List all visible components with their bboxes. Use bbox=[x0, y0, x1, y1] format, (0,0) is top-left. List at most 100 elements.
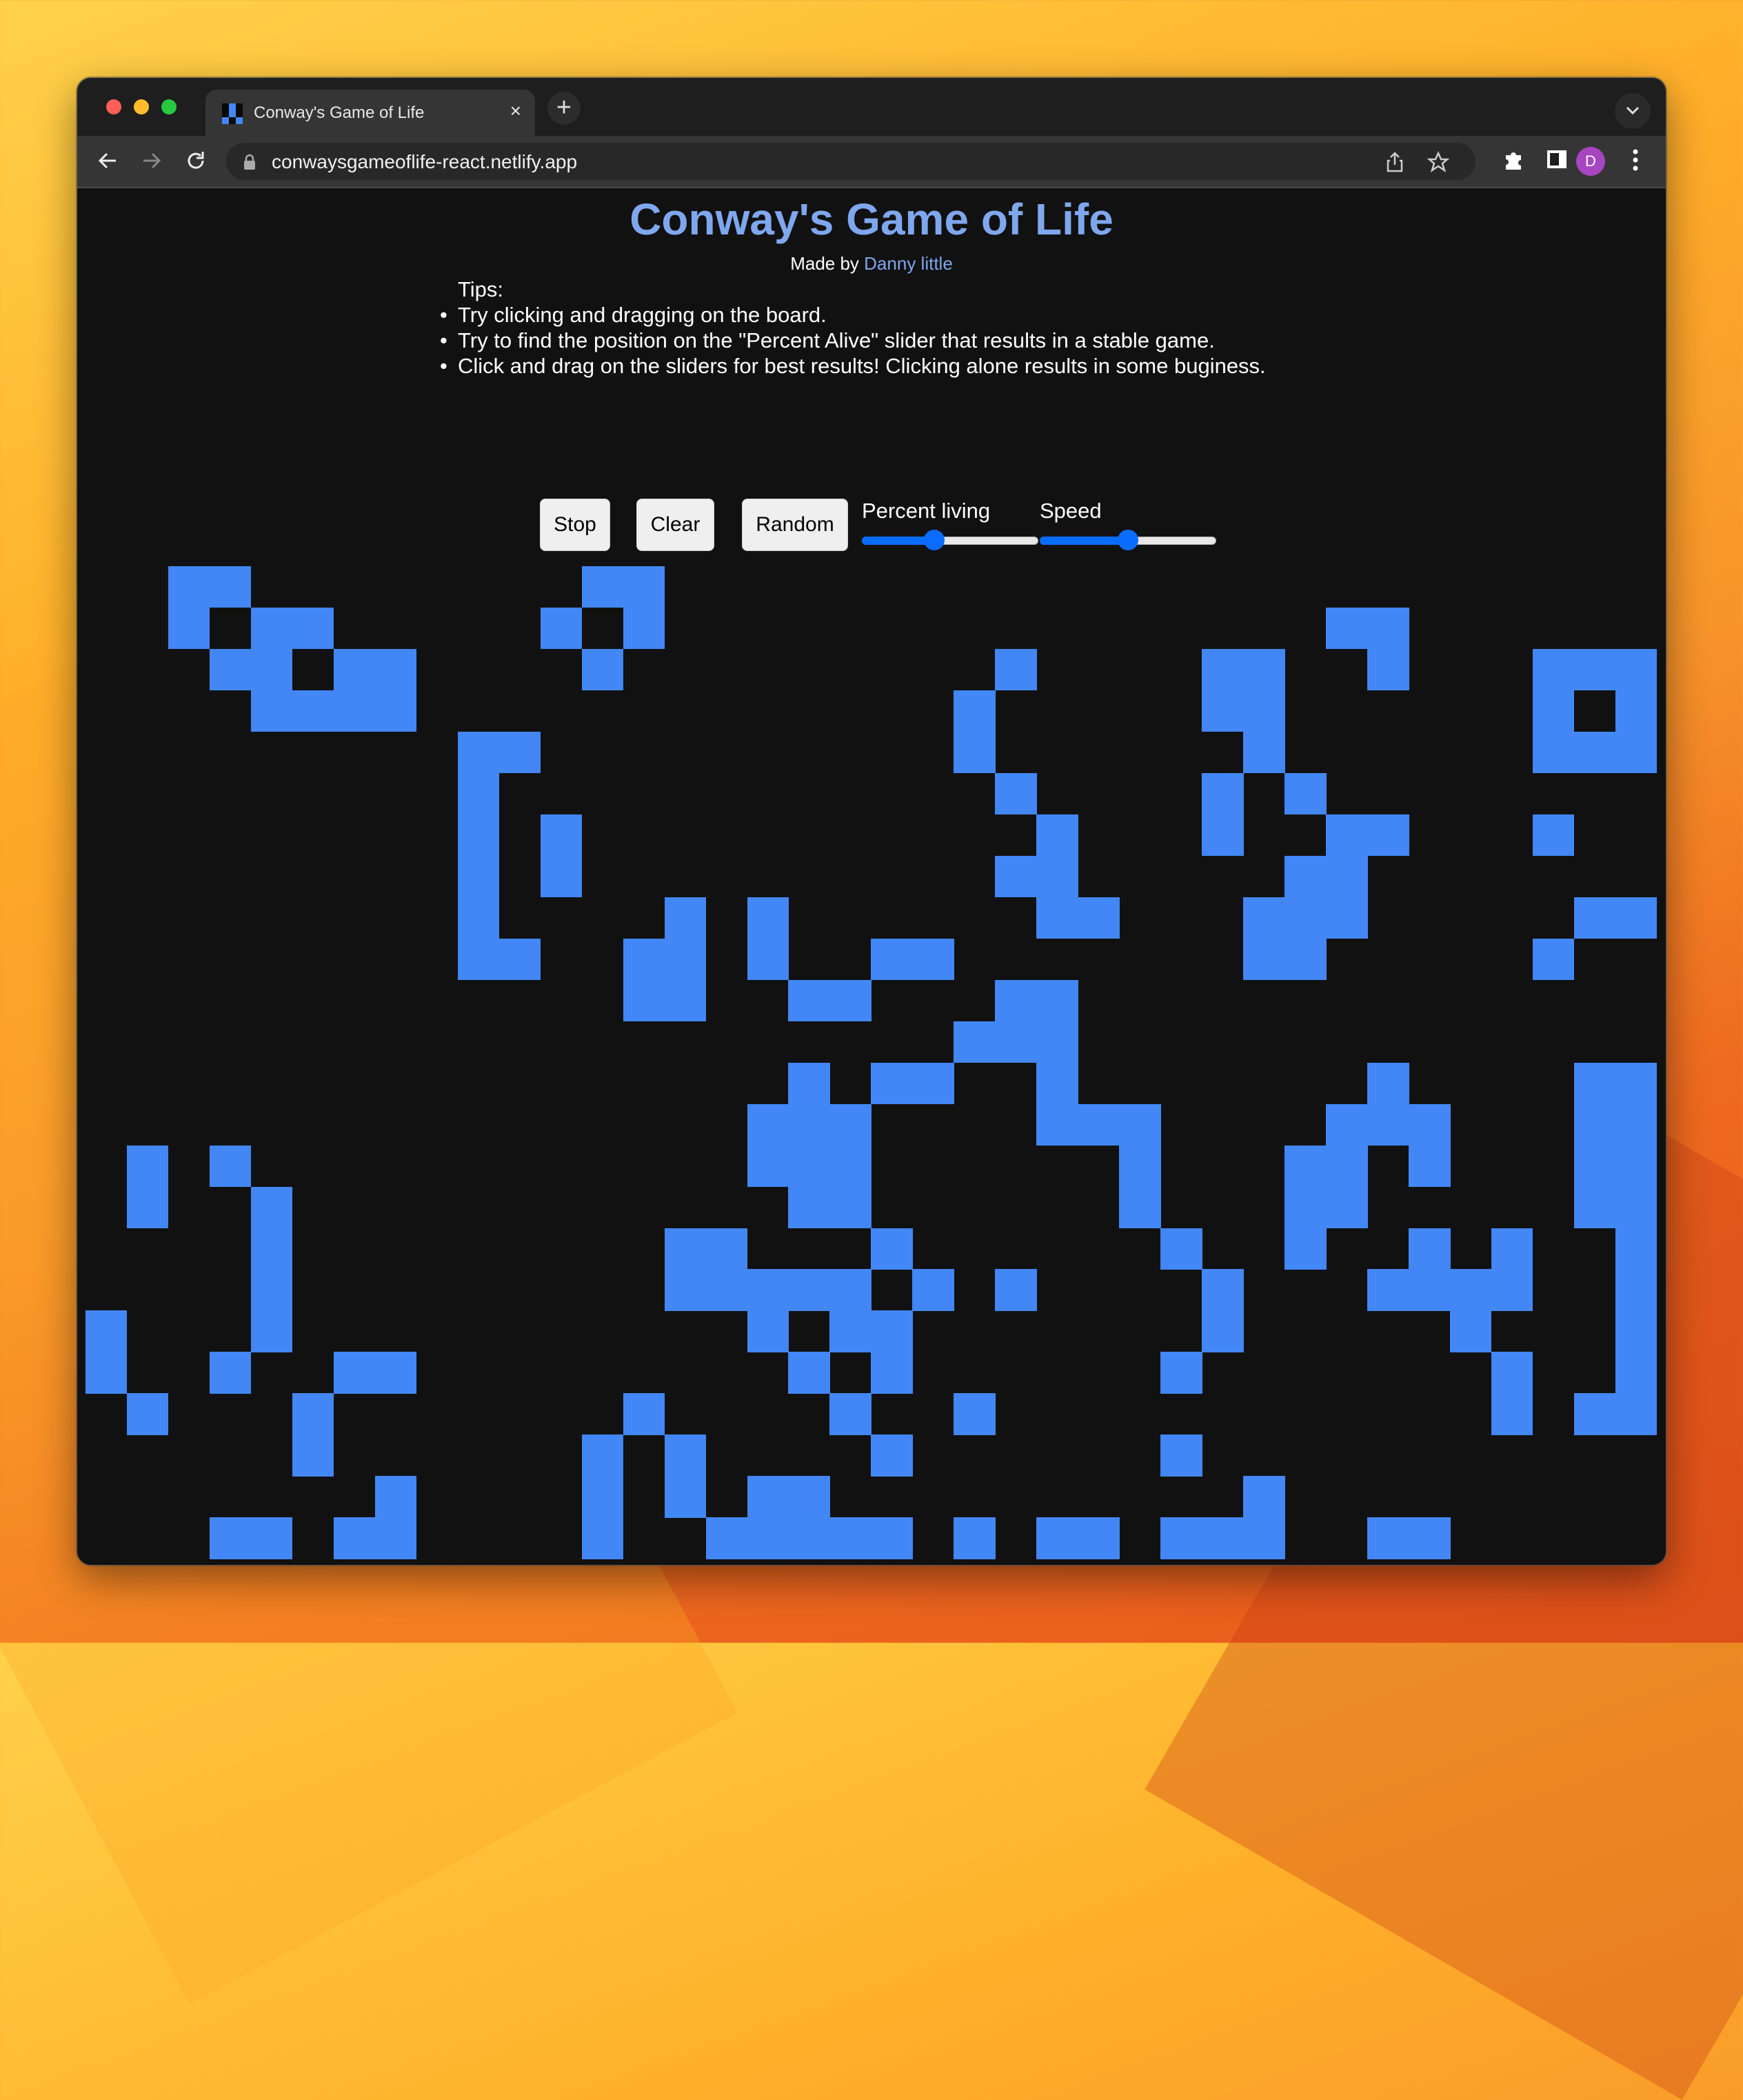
live-cell[interactable] bbox=[581, 648, 624, 691]
live-cell[interactable] bbox=[995, 979, 1037, 1022]
live-cell[interactable] bbox=[788, 1145, 830, 1188]
live-cell[interactable] bbox=[871, 1352, 913, 1394]
clear-button[interactable]: Clear bbox=[636, 499, 714, 551]
live-cell[interactable] bbox=[1491, 1352, 1533, 1394]
live-cell[interactable] bbox=[85, 1352, 128, 1394]
live-cell[interactable] bbox=[829, 1310, 872, 1352]
share-icon[interactable] bbox=[1384, 151, 1405, 173]
live-cell[interactable] bbox=[209, 566, 252, 608]
live-cell[interactable] bbox=[1367, 814, 1409, 857]
live-cell[interactable] bbox=[1573, 648, 1616, 691]
random-button[interactable]: Random bbox=[742, 499, 848, 551]
live-cell[interactable] bbox=[374, 690, 417, 732]
live-cell[interactable] bbox=[250, 1310, 293, 1352]
live-cell[interactable] bbox=[1284, 1145, 1327, 1188]
live-cell[interactable] bbox=[829, 1186, 872, 1229]
live-cell[interactable] bbox=[1202, 1269, 1244, 1311]
live-cell[interactable] bbox=[1160, 1228, 1202, 1270]
live-cell[interactable] bbox=[664, 1228, 707, 1270]
live-cell[interactable] bbox=[1450, 1269, 1492, 1311]
live-cell[interactable] bbox=[1243, 1476, 1285, 1518]
live-cell[interactable] bbox=[1036, 897, 1078, 939]
live-cell[interactable] bbox=[168, 607, 210, 650]
live-cell[interactable] bbox=[995, 648, 1037, 691]
live-cell[interactable] bbox=[788, 1062, 830, 1105]
live-cell[interactable] bbox=[1160, 1434, 1202, 1477]
live-cell[interactable] bbox=[457, 731, 500, 774]
live-cell[interactable] bbox=[1243, 938, 1285, 981]
live-cell[interactable] bbox=[250, 1517, 293, 1559]
live-cell[interactable] bbox=[1573, 1186, 1616, 1229]
reload-icon[interactable] bbox=[183, 148, 208, 173]
live-cell[interactable] bbox=[581, 1476, 624, 1518]
author-link[interactable]: Danny little bbox=[864, 253, 953, 274]
live-cell[interactable] bbox=[1078, 897, 1120, 939]
live-cell[interactable] bbox=[623, 566, 665, 608]
live-cell[interactable] bbox=[540, 855, 583, 898]
close-window-button[interactable] bbox=[106, 99, 121, 114]
live-cell[interactable] bbox=[1409, 1103, 1451, 1146]
live-cell[interactable] bbox=[209, 1145, 252, 1188]
live-cell[interactable] bbox=[788, 1352, 830, 1394]
live-cell[interactable] bbox=[1202, 648, 1244, 691]
live-cell[interactable] bbox=[1367, 1062, 1409, 1105]
live-cell[interactable] bbox=[1119, 1186, 1161, 1229]
live-cell[interactable] bbox=[292, 1434, 334, 1477]
live-cell[interactable] bbox=[1532, 648, 1575, 691]
live-cell[interactable] bbox=[664, 1476, 707, 1518]
tab-active[interactable]: Conway's Game of Life × bbox=[205, 90, 535, 136]
more-menu-icon[interactable] bbox=[1631, 148, 1640, 172]
live-cell[interactable] bbox=[912, 1269, 954, 1311]
live-cell[interactable] bbox=[747, 1103, 789, 1146]
live-cell[interactable] bbox=[623, 938, 665, 981]
live-cell[interactable] bbox=[250, 607, 293, 650]
live-cell[interactable] bbox=[788, 1269, 830, 1311]
live-cell[interactable] bbox=[1532, 814, 1575, 857]
live-cell[interactable] bbox=[1573, 897, 1616, 939]
minimize-window-button[interactable] bbox=[134, 99, 149, 114]
slider-thumb[interactable] bbox=[1118, 530, 1138, 550]
live-cell[interactable] bbox=[209, 1352, 252, 1394]
live-cell[interactable] bbox=[1615, 1228, 1658, 1270]
live-cell[interactable] bbox=[954, 1393, 996, 1435]
live-cell[interactable] bbox=[623, 607, 665, 650]
live-cell[interactable] bbox=[457, 814, 500, 857]
live-cell[interactable] bbox=[1160, 1352, 1202, 1394]
forward-arrow-icon[interactable] bbox=[139, 148, 164, 173]
live-cell[interactable] bbox=[1284, 1228, 1327, 1270]
live-cell[interactable] bbox=[1119, 1103, 1161, 1146]
tab-search-button[interactable] bbox=[1615, 93, 1651, 129]
live-cell[interactable] bbox=[498, 731, 541, 774]
live-cell[interactable] bbox=[1615, 1062, 1658, 1105]
live-cell[interactable] bbox=[871, 1517, 913, 1559]
live-cell[interactable] bbox=[1409, 1269, 1451, 1311]
live-cell[interactable] bbox=[292, 690, 334, 732]
live-cell[interactable] bbox=[1119, 1145, 1161, 1188]
live-cell[interactable] bbox=[954, 1021, 996, 1063]
live-cell[interactable] bbox=[333, 648, 376, 691]
live-cell[interactable] bbox=[1573, 1393, 1616, 1435]
live-cell[interactable] bbox=[250, 1186, 293, 1229]
live-cell[interactable] bbox=[1491, 1269, 1533, 1311]
live-cell[interactable] bbox=[1615, 1352, 1658, 1394]
live-cell[interactable] bbox=[995, 1269, 1037, 1311]
live-cell[interactable] bbox=[954, 690, 996, 732]
live-cell[interactable] bbox=[1615, 648, 1658, 691]
live-cell[interactable] bbox=[1367, 1517, 1409, 1559]
live-cell[interactable] bbox=[292, 607, 334, 650]
live-cell[interactable] bbox=[747, 1145, 789, 1188]
live-cell[interactable] bbox=[374, 1352, 417, 1394]
live-cell[interactable] bbox=[747, 938, 789, 981]
live-cell[interactable] bbox=[1491, 1393, 1533, 1435]
live-cell[interactable] bbox=[1615, 1145, 1658, 1188]
live-cell[interactable] bbox=[1202, 814, 1244, 857]
live-cell[interactable] bbox=[871, 1434, 913, 1477]
live-cell[interactable] bbox=[623, 979, 665, 1022]
live-cell[interactable] bbox=[1615, 690, 1658, 732]
live-cell[interactable] bbox=[1326, 1186, 1368, 1229]
live-cell[interactable] bbox=[1284, 772, 1327, 815]
live-cell[interactable] bbox=[1284, 1186, 1327, 1229]
live-cell[interactable] bbox=[581, 1434, 624, 1477]
live-cell[interactable] bbox=[871, 1310, 913, 1352]
live-cell[interactable] bbox=[1243, 648, 1285, 691]
